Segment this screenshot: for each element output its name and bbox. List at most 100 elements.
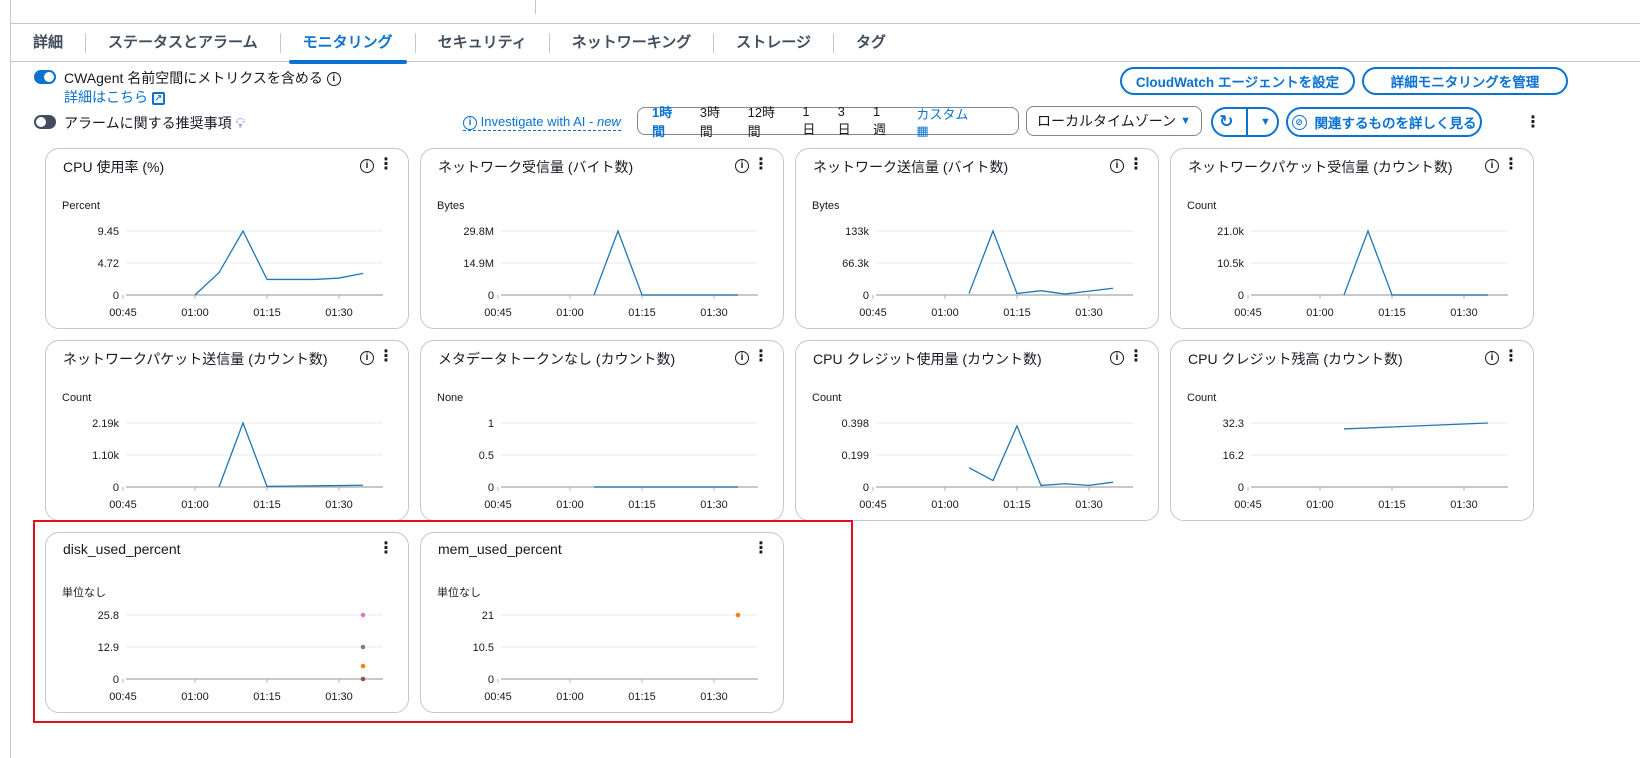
- range-1h[interactable]: 1時間: [644, 102, 692, 140]
- chart: 0 66.3k 133k 00:45 01:00 01:15 01:30: [842, 226, 1133, 319]
- tab-details[interactable]: 詳細: [11, 32, 87, 53]
- chart: 0 0.5 1 00:45 01:00 01:15 01:30: [479, 418, 758, 511]
- x-tick-label: 01:15: [1378, 499, 1406, 511]
- series-line: [1343, 422, 1489, 430]
- x-tick-label: 01:15: [253, 499, 281, 511]
- configure-cloudwatch-agent-button[interactable]: CloudWatch エージェントを設定: [1120, 67, 1355, 95]
- x-tick-label: 01:30: [325, 499, 353, 511]
- metric-widget: CPU クレジット残高 (カウント数) i ⋮ Count 0 16.2 32.3 00:45…: [1170, 340, 1534, 521]
- y-tick-label: 16.2: [1223, 450, 1244, 462]
- series-line: [968, 424, 1114, 487]
- range-1w[interactable]: 1週: [865, 104, 900, 138]
- x-tick-label: 00:45: [109, 307, 137, 319]
- metric-widget: CPU 使用率 (%) i ⋮ Percent 0 4.72 9.45 00:45 01:00 0…: [45, 148, 409, 329]
- y-tick-label: 133k: [845, 226, 869, 238]
- x-tick-label: 01:00: [181, 307, 209, 319]
- refresh-button-group: ↻ ▼: [1211, 107, 1279, 137]
- y-tick-label: 0: [1238, 482, 1244, 494]
- range-1d[interactable]: 1日: [794, 104, 829, 138]
- learn-more-text: 詳細はこちら: [64, 89, 148, 105]
- x-tick-label: 01:30: [1450, 307, 1478, 319]
- x-tick-label: 01:00: [556, 307, 584, 319]
- metric-widget: CPU クレジット使用量 (カウント数) i ⋮ Count 0 0.199 0.398 00…: [795, 340, 1159, 521]
- x-tick-label: 00:45: [1234, 499, 1262, 511]
- more-actions-kebab-icon[interactable]: ⋮: [1525, 112, 1541, 132]
- investigate-label: Investigate with AI -: [480, 114, 597, 129]
- tab-networking[interactable]: ネットワーキング: [550, 32, 715, 53]
- x-tick-label: 00:45: [484, 499, 512, 511]
- tab-security[interactable]: セキュリティ: [416, 32, 550, 53]
- tab-storage[interactable]: ストレージ: [714, 32, 834, 53]
- calendar-icon: ▦: [916, 122, 929, 138]
- x-tick-label: 01:30: [1450, 499, 1478, 511]
- x-tick-label: 01:00: [181, 499, 209, 511]
- x-tick-label: 00:45: [484, 307, 512, 319]
- explore-related-button[interactable]: ⊘ 関連するものを詳しく見る: [1286, 107, 1482, 137]
- chart: 0 0.199 0.398 00:45 01:00 01:15 01:30: [841, 418, 1133, 511]
- x-tick-label: 01:00: [931, 307, 959, 319]
- custom-label: カスタム: [916, 106, 969, 122]
- y-tick-label: 0.199: [841, 450, 869, 462]
- alarm-label-text: アラームに関する推奨事項: [64, 115, 232, 131]
- x-tick-label: 00:45: [1234, 307, 1262, 319]
- x-tick-label: 01:00: [931, 499, 959, 511]
- timezone-select[interactable]: ローカルタイムゾーン ▼: [1026, 106, 1202, 136]
- alarm-recommendations-toggle[interactable]: [34, 115, 56, 129]
- manage-detailed-monitoring-button[interactable]: 詳細モニタリングを管理: [1362, 67, 1568, 95]
- y-tick-label: 10.5k: [1217, 258, 1244, 270]
- top-frame: [10, 0, 1640, 24]
- x-tick-label: 01:00: [556, 499, 584, 511]
- x-tick-label: 00:45: [109, 499, 137, 511]
- left-frame: [10, 24, 11, 758]
- y-tick-label: 4.72: [98, 258, 119, 270]
- x-tick-label: 01:30: [700, 499, 728, 511]
- x-tick-label: 01:30: [1075, 499, 1103, 511]
- y-tick-label: 21.0k: [1217, 226, 1244, 238]
- explore-related-label: 関連するものを詳しく見る: [1314, 116, 1477, 131]
- tab-tags[interactable]: タグ: [834, 33, 908, 53]
- range-3d[interactable]: 3日: [830, 104, 865, 138]
- cwagent-label-text: CWAgent 名前空間にメトリクスを含める: [64, 70, 323, 86]
- timezone-value: ローカルタイムゾーン: [1037, 113, 1177, 129]
- y-tick-label: 0: [488, 482, 494, 494]
- tab-monitoring[interactable]: モニタリング: [281, 32, 416, 64]
- x-tick-label: 00:45: [859, 499, 887, 511]
- y-tick-label: 1: [488, 418, 494, 430]
- y-tick-label: 2.19k: [92, 418, 119, 430]
- chart: 0 4.72 9.45 00:45 01:00 01:15 01:30: [98, 226, 383, 319]
- metric-widget: ネットワークパケット送信量 (カウント数) i ⋮ Count 0 1.10k 2.19k 0…: [45, 340, 409, 521]
- learn-more-link[interactable]: 詳細はこちら ↗: [64, 87, 165, 107]
- x-tick-label: 01:00: [1306, 307, 1334, 319]
- refresh-icon[interactable]: ↻: [1219, 112, 1233, 132]
- y-tick-label: 0.5: [479, 450, 494, 462]
- y-tick-label: 0: [488, 290, 494, 302]
- x-tick-label: 00:45: [859, 307, 887, 319]
- x-tick-label: 01:00: [1306, 499, 1334, 511]
- y-tick-label: 0: [863, 482, 869, 494]
- y-tick-label: 1.10k: [92, 450, 119, 462]
- x-tick-label: 01:30: [325, 307, 353, 319]
- x-tick-label: 01:15: [253, 307, 281, 319]
- info-icon[interactable]: i: [326, 72, 341, 87]
- chart: 0 14.9M 29.8M 00:45 01:00 01:15 01:30: [463, 226, 758, 319]
- tab-status-alarms[interactable]: ステータスとアラーム: [86, 32, 281, 53]
- cwagent-toggle[interactable]: [34, 70, 56, 84]
- range-12h[interactable]: 12時間: [740, 102, 795, 140]
- x-tick-label: 01:15: [1003, 307, 1031, 319]
- range-custom[interactable]: カスタム ▦: [900, 104, 1012, 139]
- range-3h[interactable]: 3時間: [692, 102, 740, 140]
- highlight-box: [33, 520, 853, 723]
- y-tick-label: 14.9M: [463, 258, 494, 270]
- investigate-ai-link[interactable]: i Investigate with AI - new: [463, 114, 621, 131]
- y-tick-label: 0: [1238, 290, 1244, 302]
- caret-down-icon: ▼: [1180, 115, 1191, 127]
- refresh-dropdown-icon[interactable]: ▼: [1260, 116, 1271, 128]
- y-tick-label: 0.398: [841, 418, 869, 430]
- alarm-recommendations-label: アラームに関する推奨事項 💡︎: [64, 113, 245, 133]
- x-tick-label: 01:30: [1075, 307, 1103, 319]
- new-badge: new: [596, 114, 621, 129]
- cwagent-label: CWAgent 名前空間にメトリクスを含める i: [64, 68, 341, 88]
- x-tick-label: 01:15: [628, 499, 656, 511]
- y-tick-label: 66.3k: [842, 258, 869, 270]
- y-tick-label: 0: [113, 482, 119, 494]
